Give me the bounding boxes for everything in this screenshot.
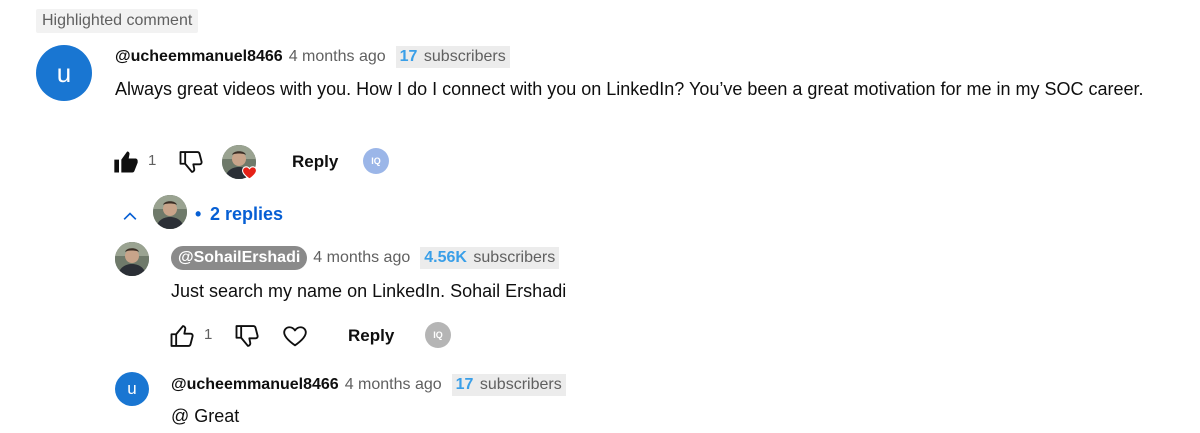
replies-dot: •	[195, 204, 202, 224]
replies-toggle-label[interactable]: 2 replies	[210, 204, 283, 225]
comment-header: @ucheemmanuel8466 4 months ago 17 subscr…	[115, 46, 510, 68]
comment-author[interactable]: @ucheemmanuel8466	[115, 48, 283, 66]
heart-icon	[242, 166, 257, 180]
like-count: 1	[148, 152, 157, 169]
reply-author[interactable]: @ucheemmanuel8466	[171, 376, 339, 394]
comment-text: Always great videos with you. How I do I…	[115, 79, 1144, 99]
thumbs-up-icon	[170, 325, 194, 347]
subscriber-label: subscribers	[423, 48, 506, 65]
reply-header: @ucheemmanuel8466 4 months ago 17 subscr…	[171, 374, 566, 396]
avatar-letter: u	[56, 57, 72, 88]
commenter-avatar[interactable]: u	[36, 45, 92, 101]
subscriber-badge: 17 subscribers	[451, 374, 566, 396]
dislike-button[interactable]	[233, 322, 261, 350]
iq-label: IQ	[433, 330, 443, 340]
person-photo-icon	[115, 242, 149, 276]
avatar-letter: u	[127, 379, 137, 398]
iq-extension-icon[interactable]: IQ	[363, 148, 389, 174]
subscriber-count: 4.56K	[424, 249, 467, 266]
reply-author-chip[interactable]: @SohailErshadi	[171, 246, 308, 270]
reply-author-avatar[interactable]: u	[115, 372, 149, 406]
collapse-replies-button[interactable]	[120, 206, 140, 226]
person-photo-icon	[153, 195, 187, 229]
like-button[interactable]	[112, 148, 140, 176]
reply-author-avatar[interactable]	[115, 242, 149, 276]
replier-avatar-preview	[153, 195, 187, 229]
subscriber-label: subscribers	[479, 376, 562, 393]
heart-outline-icon	[283, 326, 307, 347]
reply-header: @SohailErshadi 4 months ago 4.56K subscr…	[171, 246, 560, 270]
thumbs-up-filled-icon	[114, 151, 138, 173]
subscriber-badge: 4.56K subscribers	[420, 247, 560, 269]
subscriber-badge: 17 subscribers	[395, 46, 510, 68]
thumbs-down-icon	[179, 151, 203, 173]
reply-button[interactable]: Reply	[348, 326, 394, 346]
heart-button[interactable]	[281, 322, 309, 350]
reply-text: @ Great	[171, 406, 240, 426]
subscriber-label: subscribers	[473, 249, 556, 266]
iq-label: IQ	[371, 156, 381, 166]
reply-button[interactable]: Reply	[292, 152, 338, 172]
like-button[interactable]	[168, 322, 196, 350]
subscriber-count: 17	[455, 376, 474, 393]
chevron-up-icon	[123, 212, 137, 220]
iq-extension-icon[interactable]: IQ	[425, 322, 451, 348]
creator-heart-badge	[222, 145, 258, 181]
reply-time[interactable]: 4 months ago	[345, 376, 442, 394]
reply-time[interactable]: 4 months ago	[313, 249, 410, 267]
dislike-button[interactable]	[177, 148, 205, 176]
thumbs-down-icon	[235, 325, 259, 347]
highlighted-comment-label: Highlighted comment	[36, 9, 199, 33]
subscriber-count: 17	[399, 48, 418, 65]
comment-time[interactable]: 4 months ago	[289, 48, 386, 66]
reply-text: Just search my name on LinkedIn. Sohail …	[171, 281, 567, 301]
like-count: 1	[204, 326, 213, 343]
